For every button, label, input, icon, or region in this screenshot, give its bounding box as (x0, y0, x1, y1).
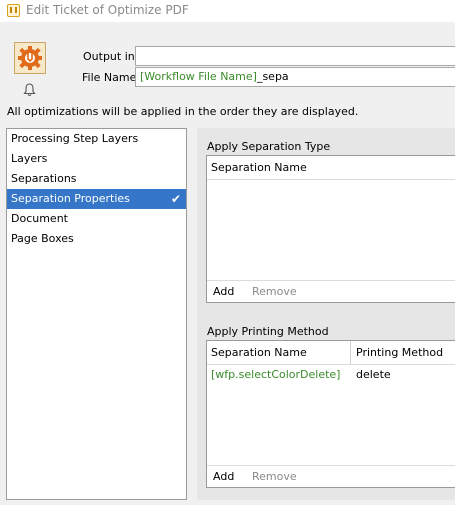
column-header-separation-name[interactable]: Separation Name (208, 341, 307, 365)
sidebar-item-separation-properties[interactable]: Separation Properties ✔ (7, 189, 186, 209)
optimization-list: Processing Step Layers Layers Separation… (6, 128, 187, 500)
row-printing-method: delete (356, 368, 391, 381)
separation-type-title: Apply Separation Type (207, 140, 331, 153)
order-note: All optimizations will be applied in the… (7, 105, 359, 118)
sidebar-item-processing-step-layers[interactable]: Processing Step Layers (7, 129, 186, 149)
sidebar-item-separations[interactable]: Separations (7, 169, 186, 189)
settings-panel: Apply Separation Type Separation Name Ad… (197, 128, 455, 500)
table-header: Separation Name (207, 156, 455, 180)
output-field[interactable] (135, 46, 455, 66)
add-button[interactable]: Add (213, 470, 234, 483)
output-label: Output in: (83, 50, 139, 63)
sidebar-item-label: Layers (11, 152, 48, 165)
column-divider[interactable] (350, 341, 351, 365)
title-bar: Edit Ticket of Optimize PDF (0, 0, 455, 22)
gear-tool-icon[interactable] (14, 42, 46, 74)
sidebar-item-label: Processing Step Layers (11, 132, 139, 145)
table-footer: Add Remove (207, 280, 455, 304)
column-header-printing-method[interactable]: Printing Method (353, 341, 443, 365)
filename-label: File Name: (82, 71, 141, 84)
app-icon (7, 4, 20, 17)
sidebar-item-label: Document (11, 212, 68, 225)
table-header: Separation Name Printing Method (207, 341, 455, 365)
row-separation-name: [wfp.selectColorDelete] (211, 368, 341, 381)
separation-type-table: Separation Name Add Remove (206, 155, 455, 303)
sidebar-item-document[interactable]: Document (7, 209, 186, 229)
filename-field[interactable]: [Workflow File Name]_sepa (135, 67, 455, 87)
column-header-separation-name[interactable]: Separation Name (208, 156, 307, 180)
sidebar-item-label: Page Boxes (11, 232, 74, 245)
sidebar-item-label: Separation Properties (11, 192, 130, 205)
window-title: Edit Ticket of Optimize PDF (26, 3, 189, 17)
remove-button[interactable]: Remove (252, 285, 297, 298)
filename-variable: [Workflow File Name] (140, 70, 257, 83)
bell-icon[interactable] (23, 83, 36, 97)
sidebar-item-label: Separations (11, 172, 77, 185)
remove-button[interactable]: Remove (252, 470, 297, 483)
sidebar-item-layers[interactable]: Layers (7, 149, 186, 169)
printing-method-table: Separation Name Printing Method [wfp.sel… (206, 340, 455, 488)
filename-suffix: _sepa (256, 70, 289, 83)
table-footer: Add Remove (207, 465, 455, 489)
sidebar-item-page-boxes[interactable]: Page Boxes (7, 229, 186, 249)
checkmark-icon: ✔ (170, 192, 181, 206)
printing-method-title: Apply Printing Method (207, 325, 329, 338)
add-button[interactable]: Add (213, 285, 234, 298)
